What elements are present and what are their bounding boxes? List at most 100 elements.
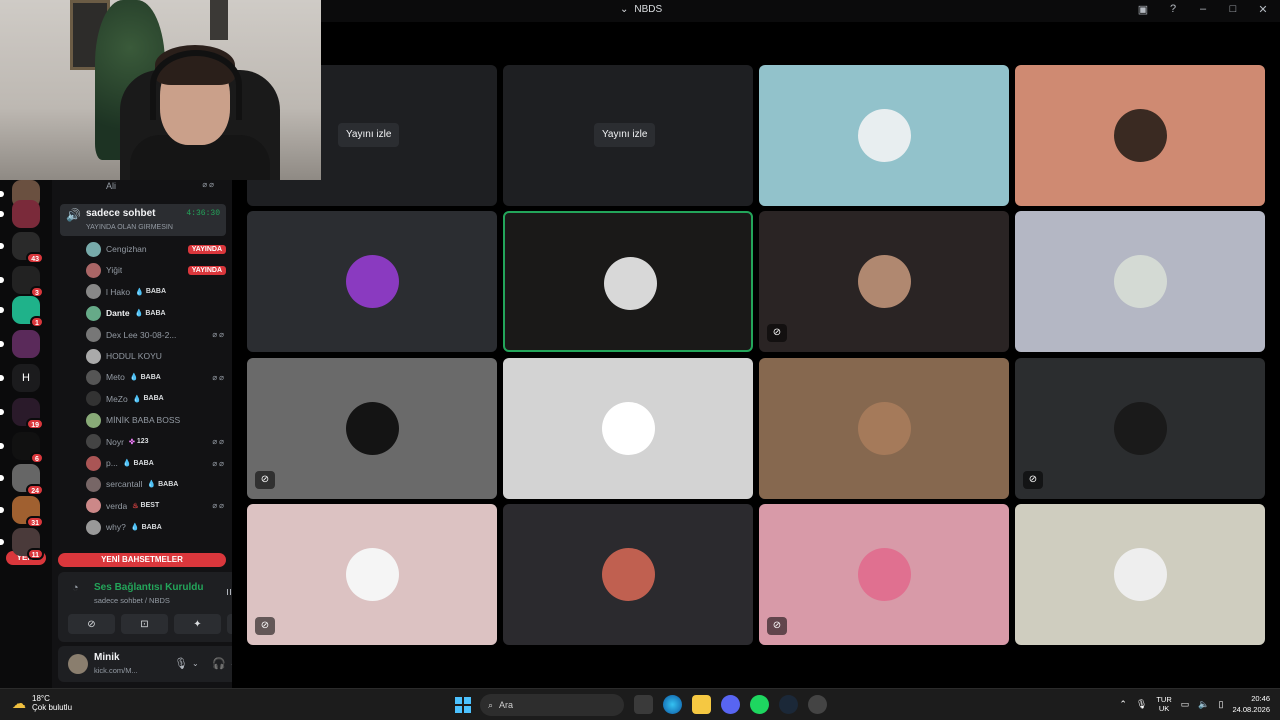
channel-sidebar: Ali ⌀⌀ 🔊 sadece sohbet 4:36:30 YAYINDA O…: [52, 180, 278, 688]
voice-status[interactable]: Ses Bağlantısı Kuruldu: [94, 582, 203, 593]
cloud-sun-icon: ☁: [12, 694, 26, 711]
unread-pill: [0, 211, 4, 217]
notification-badge: 24: [26, 484, 44, 496]
new-mentions-button[interactable]: YENİ BAHSETMELER: [58, 553, 226, 567]
role-text: BABA: [133, 459, 154, 467]
network-icon[interactable]: ▭: [1181, 699, 1190, 710]
voice-channel-path[interactable]: sadece sohbet / NBDS: [94, 596, 170, 605]
voice-member[interactable]: why? 💧 BABA: [86, 518, 226, 536]
maximize-icon[interactable]: □: [1226, 3, 1240, 16]
participant-tile[interactable]: [1015, 211, 1265, 353]
avatar: [86, 412, 101, 428]
notification-badge: 19: [26, 418, 44, 430]
member-name: Meto: [106, 372, 125, 383]
participant-tile[interactable]: [1015, 503, 1265, 645]
username[interactable]: Minik: [94, 652, 120, 663]
edge-icon[interactable]: [663, 695, 682, 714]
inbox-icon[interactable]: ▣: [1136, 3, 1150, 16]
watch-stream-button[interactable]: Yayını izle: [594, 123, 656, 147]
participant-tile[interactable]: [759, 357, 1009, 499]
language-indicator[interactable]: TUR UK: [1156, 695, 1171, 713]
server-icon[interactable]: 3: [12, 266, 44, 298]
participant-tile[interactable]: ⊘: [247, 357, 497, 499]
camera-off-icon: ⊘: [255, 616, 275, 635]
watch-stream-button[interactable]: Yayını izle: [338, 123, 400, 147]
droplet-icon: 💧: [122, 460, 132, 467]
participant-tile[interactable]: [247, 211, 497, 353]
microphone-icon[interactable]: 🎙: [174, 657, 188, 670]
server-icon[interactable]: 43: [12, 232, 44, 264]
voice-member[interactable]: p... 💧 BABA ⌀⌀: [86, 454, 226, 472]
server-icon[interactable]: 1: [12, 296, 44, 328]
participant-tile[interactable]: [1015, 65, 1265, 206]
role-tag: ♨ BEST: [132, 502, 159, 510]
steam-icon[interactable]: [779, 695, 798, 714]
member-ali[interactable]: Ali ⌀⌀: [86, 180, 226, 194]
unread-pill: [0, 191, 4, 197]
window-title[interactable]: ⌄ NBDS: [620, 4, 662, 15]
camera-off-icon[interactable]: ⊘: [68, 614, 115, 634]
windows-start-icon[interactable]: [455, 697, 471, 713]
avatar: [86, 455, 101, 471]
volume-icon[interactable]: 🔈: [1198, 699, 1209, 710]
server-icon[interactable]: [12, 200, 40, 228]
server-icon[interactable]: 19: [12, 398, 44, 430]
avatar[interactable]: [68, 654, 88, 674]
discord-icon[interactable]: [721, 695, 740, 714]
fire-icon: ♨: [132, 502, 139, 510]
voice-member[interactable]: Dante 💧 BABA: [86, 304, 226, 322]
voice-channel-sadece-sohbet[interactable]: 🔊 sadece sohbet 4:36:30 YAYINDA OLAN GIR…: [60, 204, 226, 236]
voice-member[interactable]: Noyr ✜ 123 ⌀⌀: [86, 433, 226, 451]
avatar: [86, 305, 101, 321]
participant-tile[interactable]: [503, 503, 753, 645]
participant-tile[interactable]: ⊘: [759, 503, 1009, 645]
voice-member[interactable]: Meto 💧 BABA ⌀⌀: [86, 368, 226, 386]
chevron-up-icon[interactable]: ⌃: [1119, 699, 1127, 710]
clock[interactable]: 20:46 24.08.2026: [1232, 693, 1270, 715]
server-icon[interactable]: 6: [12, 432, 44, 464]
stream-tile[interactable]: Yayını izle: [503, 65, 753, 206]
avatar: [346, 255, 399, 309]
activities-icon[interactable]: ✦: [174, 614, 221, 634]
clock-time: 20:46: [1251, 694, 1270, 703]
spotify-icon[interactable]: [750, 695, 769, 714]
task-view-icon[interactable]: [634, 695, 653, 714]
signal-icon[interactable]: ◔: [72, 582, 79, 594]
droplet-icon: 💧: [135, 288, 144, 296]
muted-icon: ⌀⌀: [212, 372, 226, 382]
server-icon[interactable]: 11: [12, 528, 44, 560]
voice-member[interactable]: MİNİK BABA BOSS: [86, 411, 226, 429]
headphones-icon[interactable]: 🎧: [212, 657, 226, 670]
server-icon[interactable]: 24: [12, 464, 44, 496]
participant-tile[interactable]: ⊘: [1015, 357, 1265, 499]
voice-member[interactable]: sercantall 💧 BABA: [86, 475, 226, 493]
participant-tile[interactable]: [759, 65, 1009, 206]
role-text: 123: [136, 438, 149, 446]
voice-member[interactable]: Cengizhan YAYINDA: [86, 240, 226, 258]
help-icon[interactable]: ?: [1166, 3, 1180, 16]
avatar: [86, 434, 101, 450]
screen-share-icon[interactable]: ⊡: [121, 614, 168, 634]
voice-member[interactable]: HODUL KOYU: [86, 347, 226, 365]
chevron-down-icon[interactable]: ⌄: [192, 659, 199, 668]
minimize-icon[interactable]: –: [1196, 3, 1210, 16]
battery-icon[interactable]: ▯: [1219, 699, 1224, 710]
file-explorer-icon[interactable]: [692, 695, 711, 714]
voice-member[interactable]: verda ♨ BEST ⌀⌀: [86, 497, 226, 515]
participant-tile[interactable]: ⊘: [759, 211, 1009, 353]
participant-tile[interactable]: ⊘: [247, 503, 497, 645]
voice-member[interactable]: Yiğit YAYINDA: [86, 261, 226, 279]
participant-tile[interactable]: [503, 211, 753, 353]
app-icon[interactable]: [808, 695, 827, 714]
voice-member[interactable]: MeZo 💧 BABA: [86, 390, 226, 408]
server-icon[interactable]: H: [12, 364, 40, 392]
server-icon[interactable]: [12, 330, 40, 358]
server-icon[interactable]: 31: [12, 496, 44, 528]
participant-tile[interactable]: [503, 357, 753, 499]
voice-member[interactable]: Dex Lee 30-08-2... ⌀⌀: [86, 326, 226, 344]
taskbar-search[interactable]: ⌕ Ara: [480, 694, 624, 716]
weather-widget[interactable]: ☁ 18°C Çok bulutlu: [12, 694, 72, 712]
close-icon[interactable]: ✕: [1256, 3, 1270, 16]
voice-member[interactable]: l Hako 💧 BABA: [86, 283, 226, 301]
microphone-icon[interactable]: 🎙: [1136, 699, 1147, 710]
